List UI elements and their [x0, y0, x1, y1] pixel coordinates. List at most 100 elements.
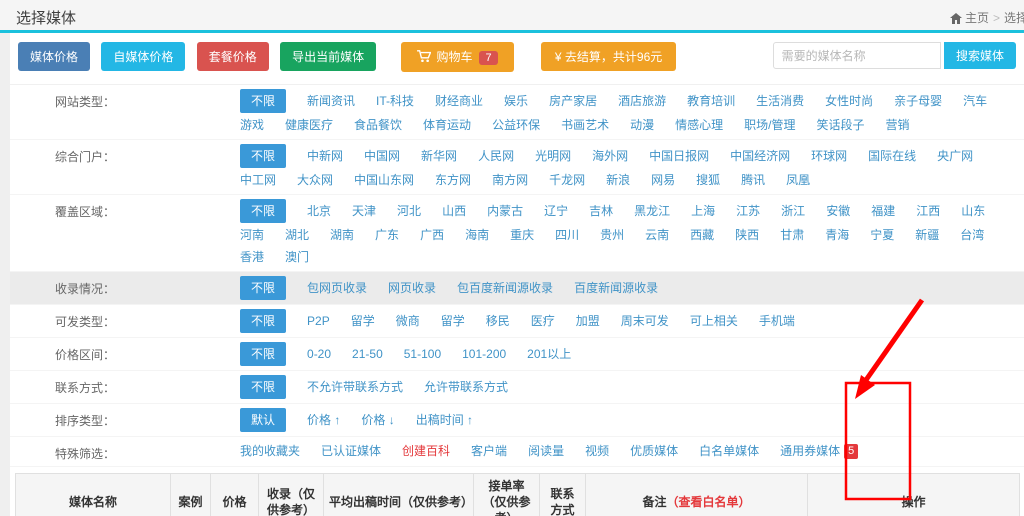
filter-option[interactable]: 优质媒体: [630, 441, 678, 461]
filter-option[interactable]: P2P: [307, 311, 330, 331]
filter-option[interactable]: 汽车: [963, 91, 987, 111]
filter-option[interactable]: 人民网: [478, 146, 514, 166]
filter-option[interactable]: 百度新闻源收录: [574, 278, 658, 298]
breadcrumb-home[interactable]: 主页: [965, 11, 989, 25]
filter-option[interactable]: 101-200: [462, 344, 506, 364]
filter-option[interactable]: 娱乐: [504, 91, 528, 111]
filter-option[interactable]: 中国经济网: [730, 146, 790, 166]
filter-option[interactable]: 中国日报网: [649, 146, 709, 166]
filter-option[interactable]: 公益环保: [492, 115, 540, 135]
filter-option[interactable]: 东方网: [435, 170, 471, 190]
filter-option[interactable]: 新华网: [421, 146, 457, 166]
filter-option[interactable]: 不限: [240, 199, 286, 223]
filter-option[interactable]: 青海: [825, 225, 849, 245]
filter-option[interactable]: 加盟: [576, 311, 600, 331]
filter-option[interactable]: 不限: [240, 144, 286, 168]
filter-option[interactable]: 移民: [486, 311, 510, 331]
filter-option[interactable]: 不限: [240, 89, 286, 113]
filter-option[interactable]: IT-科技: [376, 91, 414, 111]
filter-option[interactable]: 新浪: [606, 170, 630, 190]
filter-option[interactable]: 亲子母婴: [894, 91, 942, 111]
filter-option[interactable]: 央广网: [937, 146, 973, 166]
filter-option[interactable]: 手机端: [759, 311, 795, 331]
filter-option[interactable]: 财经商业: [435, 91, 483, 111]
filter-option[interactable]: 不限: [240, 276, 286, 300]
filter-option[interactable]: 福建: [871, 201, 895, 221]
filter-option[interactable]: 中工网: [240, 170, 276, 190]
filter-option[interactable]: 浙江: [781, 201, 805, 221]
filter-option[interactable]: 0-20: [307, 344, 331, 364]
filter-option[interactable]: 女性时尚: [825, 91, 873, 111]
filter-option[interactable]: 腾讯: [741, 170, 765, 190]
filter-option[interactable]: 中国网: [364, 146, 400, 166]
filter-option[interactable]: 河北: [397, 201, 421, 221]
filter-option[interactable]: 价格 ↓: [361, 410, 394, 430]
filter-option[interactable]: 不限: [240, 309, 286, 333]
filter-option[interactable]: 体育运动: [423, 115, 471, 135]
filter-option[interactable]: 北京: [307, 201, 331, 221]
whitelist-link[interactable]: （查看白名单）: [667, 495, 751, 509]
filter-option[interactable]: 通用券媒体5: [780, 441, 858, 461]
filter-option[interactable]: 阅读量: [528, 441, 564, 461]
filter-option[interactable]: 游戏: [240, 115, 264, 135]
filter-option[interactable]: 内蒙古: [487, 201, 523, 221]
checkout-button[interactable]: ¥ 去结算，共计96元: [541, 42, 676, 71]
filter-option[interactable]: 营销: [885, 115, 909, 135]
filter-option[interactable]: 出稿时间 ↑: [416, 410, 473, 430]
filter-option[interactable]: 动漫: [630, 115, 654, 135]
filter-option[interactable]: 已认证媒体: [321, 441, 381, 461]
filter-option[interactable]: 山西: [442, 201, 466, 221]
filter-option[interactable]: 新疆: [915, 225, 939, 245]
filter-option[interactable]: 留学: [441, 311, 465, 331]
filter-option[interactable]: 我的收藏夹: [240, 441, 300, 461]
filter-option[interactable]: 职场/管理: [744, 115, 795, 135]
filter-option[interactable]: 健康医疗: [285, 115, 333, 135]
filter-option[interactable]: 广东: [375, 225, 399, 245]
filter-option[interactable]: 国际在线: [868, 146, 916, 166]
filter-option[interactable]: 辽宁: [544, 201, 568, 221]
filter-option[interactable]: 贵州: [600, 225, 624, 245]
filter-option[interactable]: 客户端: [471, 441, 507, 461]
filter-option[interactable]: 甘肃: [780, 225, 804, 245]
filter-option[interactable]: 凤凰: [786, 170, 810, 190]
filter-option[interactable]: 中国山东网: [354, 170, 414, 190]
filter-option[interactable]: 网易: [651, 170, 675, 190]
filter-option[interactable]: 环球网: [811, 146, 847, 166]
filter-option[interactable]: 网页收录: [388, 278, 436, 298]
filter-option[interactable]: 允许带联系方式: [424, 377, 508, 397]
filter-option[interactable]: 湖南: [330, 225, 354, 245]
filter-option[interactable]: 笑话段子: [816, 115, 864, 135]
filter-option[interactable]: 包百度新闻源收录: [457, 278, 553, 298]
filter-option[interactable]: 江苏: [736, 201, 760, 221]
filter-option[interactable]: 四川: [555, 225, 579, 245]
filter-option[interactable]: 云南: [645, 225, 669, 245]
filter-option[interactable]: 白名单媒体: [699, 441, 759, 461]
filter-option[interactable]: 房产家居: [549, 91, 597, 111]
filter-option[interactable]: 可上相关: [690, 311, 738, 331]
media-search-input[interactable]: [773, 42, 941, 69]
filter-option[interactable]: 情感心理: [675, 115, 723, 135]
filter-option[interactable]: 周末可发: [621, 311, 669, 331]
filter-option[interactable]: 21-50: [352, 344, 383, 364]
filter-option[interactable]: 默认: [240, 408, 286, 432]
filter-option[interactable]: 吉林: [589, 201, 613, 221]
filter-option[interactable]: 201以上: [527, 344, 571, 364]
filter-option[interactable]: 中新网: [307, 146, 343, 166]
filter-option[interactable]: 西藏: [690, 225, 714, 245]
filter-option[interactable]: 教育培训: [687, 91, 735, 111]
filter-option[interactable]: 食品餐饮: [354, 115, 402, 135]
cart-button[interactable]: 购物车7: [401, 42, 513, 72]
filter-option[interactable]: 山东: [961, 201, 985, 221]
filter-option[interactable]: 香港: [240, 247, 264, 267]
filter-option[interactable]: 包网页收录: [307, 278, 367, 298]
filter-option[interactable]: 创建百科: [402, 441, 450, 461]
filter-option[interactable]: 搜狐: [696, 170, 720, 190]
filter-option[interactable]: 河南: [240, 225, 264, 245]
filter-option[interactable]: 书画艺术: [561, 115, 609, 135]
filter-option[interactable]: 视频: [585, 441, 609, 461]
filter-option[interactable]: 51-100: [404, 344, 441, 364]
filter-option[interactable]: 留学: [351, 311, 375, 331]
filter-option[interactable]: 医疗: [531, 311, 555, 331]
filter-option[interactable]: 黑龙江: [634, 201, 670, 221]
filter-option[interactable]: 重庆: [510, 225, 534, 245]
